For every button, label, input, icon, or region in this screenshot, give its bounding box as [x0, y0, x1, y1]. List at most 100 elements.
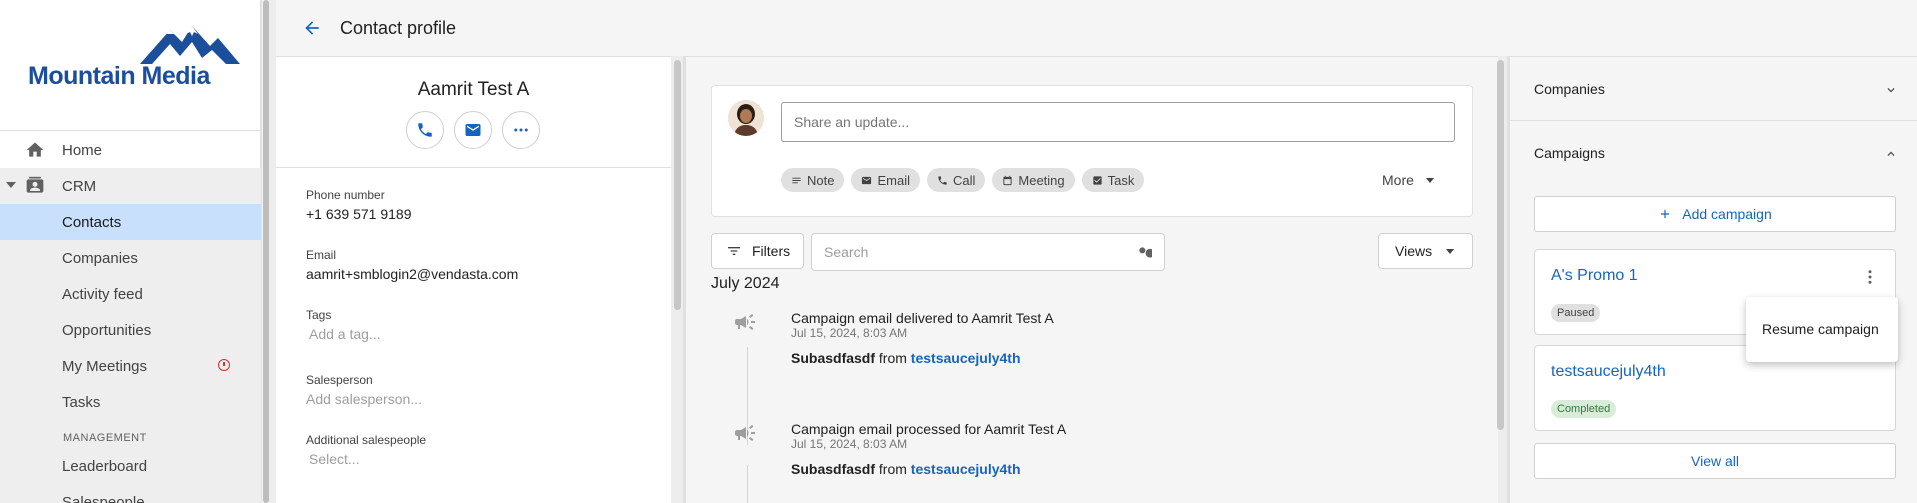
event-date: Jul 15, 2024, 8:03 AM [791, 326, 908, 340]
filters-button[interactable]: Filters [711, 233, 804, 269]
contact-actions [406, 111, 540, 149]
event-date: Jul 15, 2024, 8:03 AM [791, 437, 908, 451]
brand-logo[interactable]: Mountain Media [28, 24, 240, 94]
campaign-megaphone-icon [735, 314, 755, 330]
tags-field[interactable]: Tags Add a tag... [306, 308, 381, 342]
mail-icon [465, 124, 481, 136]
companies-title: Companies [1534, 81, 1605, 97]
note-icon [792, 177, 801, 183]
phone-value: +1 639 571 9189 [306, 206, 412, 222]
more-label: More [1382, 172, 1414, 188]
field-label: Additional salespeople [306, 433, 427, 447]
sidebar-item-opportunities[interactable]: Opportunities [0, 312, 261, 348]
sidebar-item-my-meetings[interactable]: My Meetings [0, 348, 261, 384]
campaigns-section-header[interactable]: Campaigns [1510, 121, 1917, 185]
nav-divider [0, 130, 261, 131]
field-label: Tags [306, 308, 332, 322]
share-update-input[interactable] [781, 102, 1455, 142]
sidebar-item-home[interactable]: Home [0, 132, 261, 168]
meeting-chip[interactable]: Meeting [992, 168, 1075, 192]
call-chip[interactable]: Call [926, 168, 986, 192]
search-icon[interactable] [1136, 244, 1152, 260]
sidebar-item-activity-feed[interactable]: Activity feed [0, 276, 261, 312]
view-all-button[interactable]: View all [1534, 443, 1896, 479]
tags-input[interactable]: Add a tag... [306, 326, 381, 342]
sidebar-item-label: Leaderboard [62, 458, 148, 475]
field-label: Phone number [306, 188, 385, 202]
sidebar-item-crm[interactable]: CRM [0, 168, 261, 204]
additional-salespeople-select[interactable]: Select... [306, 451, 426, 467]
more-actions-button[interactable] [502, 111, 540, 149]
search-input[interactable] [824, 242, 1124, 262]
chevron-up-icon[interactable] [1884, 147, 1898, 161]
calendar-icon [1003, 175, 1013, 185]
page-header: Contact profile [276, 0, 1917, 56]
filter-list-icon [728, 247, 740, 255]
sidebar-item-label: Activity feed [62, 286, 143, 303]
task-check-icon [1093, 175, 1102, 185]
sidebar-item-companies[interactable]: Companies [0, 240, 261, 276]
chevron-down-icon[interactable] [1884, 83, 1898, 97]
page-title: Contact profile [340, 18, 457, 38]
sidebar-scrollbar[interactable] [261, 0, 269, 503]
phone-icon [938, 175, 947, 185]
contact-profile-panel: Aamrit Test A Phone number +1 639 571 91… [276, 56, 671, 503]
chip-label: Task [1107, 172, 1135, 188]
sidebar-item-label: Companies [62, 250, 138, 267]
task-chip[interactable]: Task [1081, 168, 1145, 192]
add-campaign-button[interactable]: Add campaign [1534, 196, 1896, 232]
phone-field[interactable]: Phone number +1 639 571 9189 [306, 188, 412, 222]
activity-scrollbar[interactable] [1497, 60, 1504, 430]
campaign-actions-menu: Resume campaign [1746, 297, 1898, 362]
sidebar-item-leaderboard[interactable]: Leaderboard [0, 448, 261, 484]
additional-salespeople-field[interactable]: Additional salespeople Select... [306, 433, 426, 467]
more-button[interactable]: More [1382, 172, 1434, 188]
mountain-logo-icon [140, 26, 240, 64]
sidebar-item-contacts[interactable]: Contacts [0, 204, 261, 240]
sidebar-nav: Home CRM Contacts Companies Activity fee… [0, 132, 261, 503]
profile-divider [276, 167, 671, 168]
event-body: Subasdfasdf from testsaucejuly4th [791, 350, 1021, 366]
mail-icon [862, 176, 872, 184]
event-title: Campaign email processed for Aamrit Test… [791, 421, 1067, 437]
crm-group: CRM Contacts Companies Activity feed Opp… [0, 168, 261, 503]
chip-label: Note [807, 172, 835, 188]
salesperson-field[interactable]: Salesperson Add salesperson... [306, 373, 422, 407]
add-campaign-label: Add campaign [1682, 206, 1772, 222]
timeline-month-heading: July 2024 [711, 275, 780, 292]
call-button[interactable] [406, 111, 444, 149]
status-badge: Paused [1551, 304, 1601, 322]
campaign-link[interactable]: testsaucejuly4th [911, 461, 1021, 477]
more-vertical-icon[interactable] [1861, 268, 1879, 286]
scrollbar-thumb[interactable] [263, 0, 269, 503]
views-label: Views [1395, 243, 1433, 259]
resume-campaign-menu-item[interactable]: Resume campaign [1762, 321, 1879, 337]
salesperson-input[interactable]: Add salesperson... [306, 391, 422, 407]
companies-section-header[interactable]: Companies [1510, 57, 1917, 121]
views-button[interactable]: Views [1378, 233, 1473, 269]
campaign-name-link[interactable]: A's Promo 1 [1551, 267, 1638, 285]
arrow-left-icon[interactable] [302, 18, 322, 38]
email-field[interactable]: Email aamrit+smblogin2@vendasta.com [306, 248, 518, 282]
note-chip[interactable]: Note [781, 168, 845, 192]
chip-label: Meeting [1018, 172, 1065, 188]
campaign-megaphone-icon [735, 425, 755, 441]
email-value: aamrit+smblogin2@vendasta.com [306, 266, 519, 282]
caret-down-icon [1425, 177, 1434, 183]
caret-down-icon [1446, 248, 1455, 254]
sidebar-item-salespeople[interactable]: Salespeople [0, 484, 261, 503]
email-button[interactable] [454, 111, 492, 149]
chevron-down-icon[interactable] [6, 182, 16, 188]
field-label: Email [306, 248, 337, 262]
sidebar-item-label: Home [62, 142, 103, 159]
sidebar: Mountain Media Home CRM Contacts Compani… [0, 0, 261, 503]
crm-icon [26, 176, 44, 193]
sidebar-item-tasks[interactable]: Tasks [0, 384, 261, 420]
chip-label: Call [952, 172, 976, 188]
profile-scrollbar[interactable] [674, 60, 681, 310]
campaign-link[interactable]: testsaucejuly4th [911, 350, 1021, 366]
plus-icon [1661, 209, 1670, 219]
email-chip[interactable]: Email [851, 168, 920, 192]
right-panel: Companies Campaigns Add campaign A's Pro… [1510, 56, 1917, 503]
campaign-name-link[interactable]: testsaucejuly4th [1551, 363, 1666, 381]
